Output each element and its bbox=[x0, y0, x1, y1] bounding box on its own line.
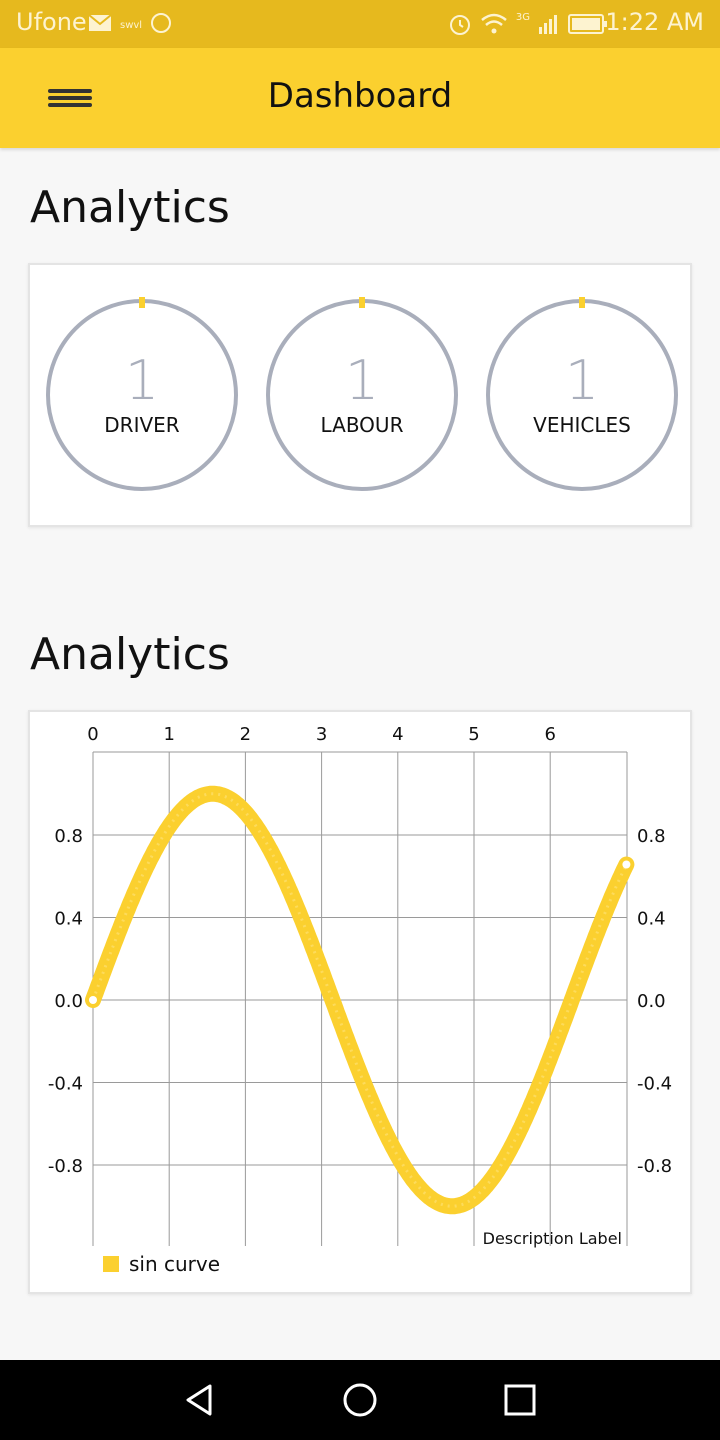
section-title-chart: Analytics bbox=[30, 629, 230, 680]
navigation-bar bbox=[0, 1360, 720, 1440]
y-tick-label-left: 0.8 bbox=[54, 826, 83, 847]
recents-icon[interactable] bbox=[500, 1380, 540, 1420]
x-tick-label: 5 bbox=[468, 724, 479, 745]
network-type: 3G bbox=[515, 12, 530, 23]
driver-gauge[interactable]: 1 DRIVER bbox=[44, 297, 240, 493]
y-tick-label-right: 0.0 bbox=[637, 991, 666, 1012]
line-chart[interactable]: 0 1 2 3 4 5 6 0.8 0.4 0.0 -0.4 -0.8 0.8 0.4 0.0 -0.4 -0.… bbox=[30, 712, 694, 1296]
driver-label: DRIVER bbox=[104, 413, 180, 437]
legend-label-sin-curve: sin curve bbox=[129, 1252, 220, 1276]
wifi-icon bbox=[480, 12, 508, 40]
x-tick-label: 1 bbox=[163, 724, 174, 745]
chart-svg: 0 1 2 3 4 5 6 0.8 0.4 0.0 -0.4 -0.8 0.8 0.4 0.0 -0.4 -0.… bbox=[48, 724, 672, 1276]
series-end-point bbox=[622, 860, 631, 869]
y-tick-label-right: -0.8 bbox=[637, 1156, 672, 1177]
x-tick-label: 3 bbox=[316, 724, 327, 745]
notification-icons: swvl bbox=[88, 12, 172, 38]
home-icon[interactable] bbox=[340, 1380, 380, 1420]
x-tick-label: 4 bbox=[392, 724, 403, 745]
labour-gauge[interactable]: 1 LABOUR bbox=[264, 297, 460, 493]
back-icon[interactable] bbox=[180, 1380, 220, 1420]
page-title: Dashboard bbox=[267, 76, 453, 116]
app-bar: Dashboard bbox=[0, 48, 720, 148]
swvl-icon: swvl bbox=[120, 19, 143, 31]
carrier-name: Ufone bbox=[16, 8, 87, 36]
chart-description: Description Label bbox=[483, 1229, 622, 1248]
y-tick-label-right: 0.8 bbox=[637, 826, 666, 847]
battery-icon bbox=[568, 13, 608, 39]
labour-label: LABOUR bbox=[320, 413, 404, 437]
series-start-point bbox=[89, 996, 97, 1004]
chart-card: 0 1 2 3 4 5 6 0.8 0.4 0.0 -0.4 -0.8 0.8 0.4 0.0 -0.4 -0.… bbox=[28, 710, 692, 1294]
mail-icon bbox=[88, 14, 112, 36]
driver-count: 1 bbox=[124, 349, 160, 412]
imo-icon bbox=[150, 12, 172, 38]
signal-icon bbox=[538, 13, 560, 39]
clock: 1:22 AM bbox=[605, 8, 704, 36]
alarm-icon bbox=[448, 12, 472, 40]
stats-card: 1 DRIVER 1 LABOUR 1 VEHICLES bbox=[28, 263, 692, 527]
y-tick-label-right: -0.4 bbox=[637, 1074, 672, 1095]
section-title-summary: Analytics bbox=[30, 182, 230, 233]
system-icons: 3G bbox=[448, 12, 608, 40]
y-tick-label-left: 0.0 bbox=[54, 991, 83, 1012]
vehicles-count: 1 bbox=[564, 349, 600, 412]
legend-swatch-sin-curve bbox=[103, 1256, 119, 1272]
y-tick-label-right: 0.4 bbox=[637, 909, 666, 930]
labour-count: 1 bbox=[344, 349, 380, 412]
status-bar: Ufone swvl 3G 1:22 AM bbox=[0, 0, 720, 48]
y-tick-label-left: -0.8 bbox=[48, 1156, 83, 1177]
vehicles-gauge[interactable]: 1 VEHICLES bbox=[484, 297, 680, 493]
y-tick-label-left: -0.4 bbox=[48, 1074, 83, 1095]
x-tick-label: 0 bbox=[87, 724, 98, 745]
x-tick-label: 6 bbox=[544, 724, 555, 745]
y-tick-label-left: 0.4 bbox=[54, 909, 83, 930]
x-tick-label: 2 bbox=[240, 724, 251, 745]
vehicles-label: VEHICLES bbox=[533, 413, 631, 437]
